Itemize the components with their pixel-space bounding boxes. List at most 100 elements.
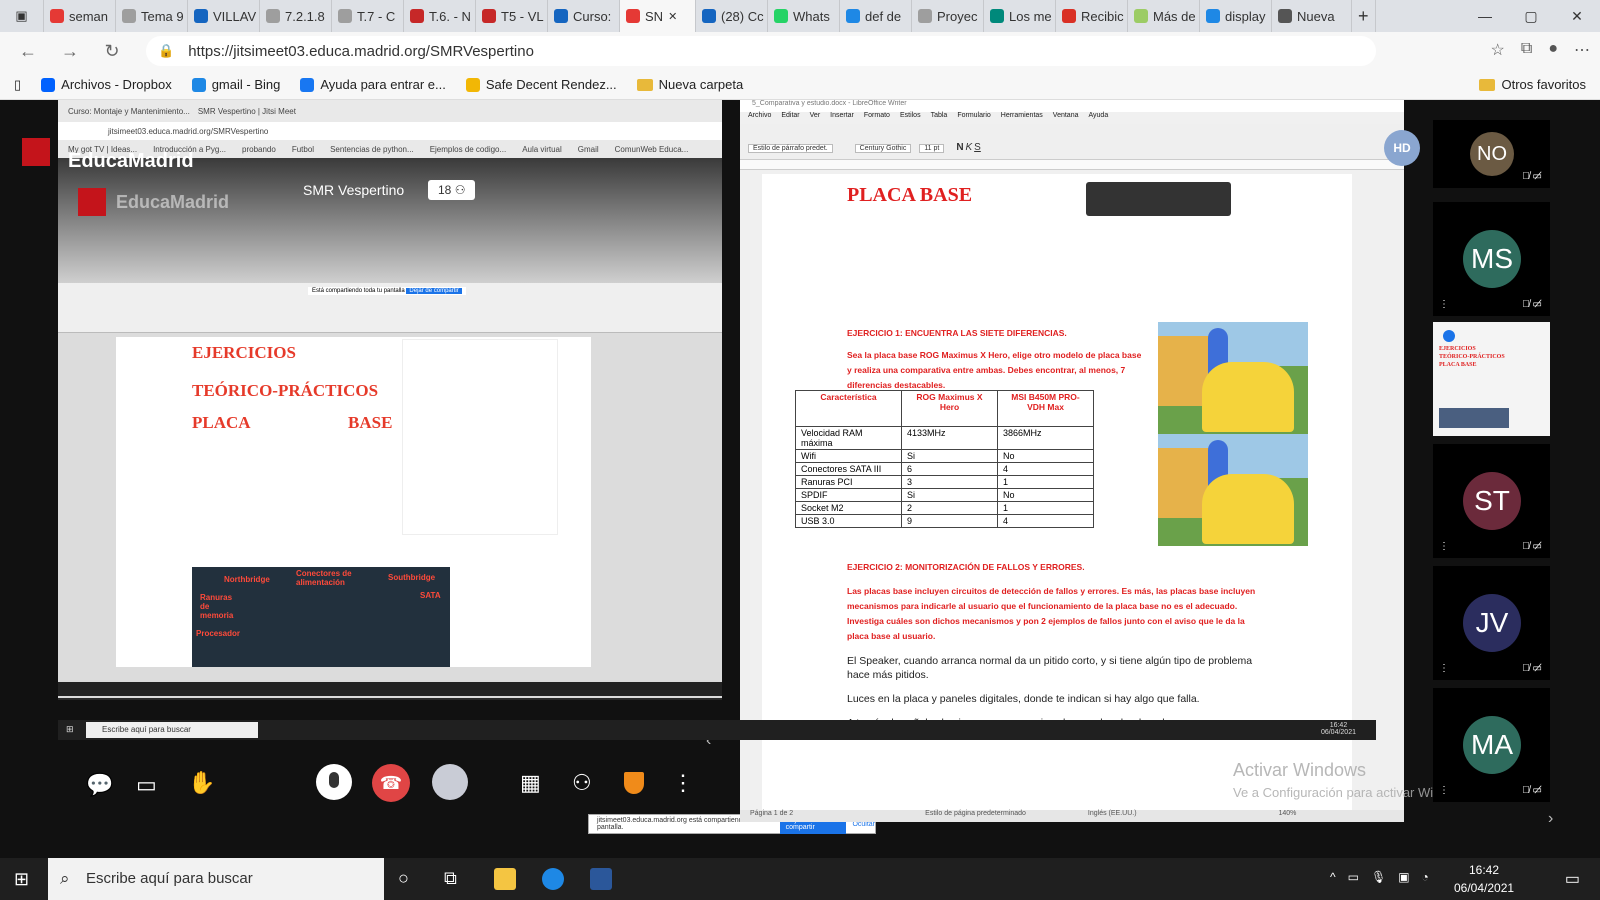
close-tab-icon[interactable]: ✕ (668, 10, 677, 23)
favorites-icon[interactable]: ☆ (1491, 40, 1505, 60)
participant-thumbnail[interactable]: MS 🎙̸ ▭̸ ⋮ (1433, 202, 1550, 316)
new-tab-icon[interactable]: + (1352, 0, 1376, 32)
camera-button[interactable] (432, 764, 468, 800)
screen-share-icon[interactable]: ▭ (136, 772, 157, 798)
font-size-box[interactable]: 11 pt (919, 144, 945, 153)
writer-menu-item[interactable]: Formulario (957, 112, 990, 124)
browser-tab[interactable]: SN ✕ (620, 0, 696, 32)
tab-label: 7.2.1.8 (285, 8, 325, 24)
chat-icon[interactable]: 💬 (86, 772, 113, 798)
lock-icon[interactable]: 🔒 (158, 43, 174, 59)
participant-count[interactable]: 18 ⚇ (428, 180, 476, 200)
raise-hand-icon[interactable]: ✋ (188, 770, 215, 796)
writer-menu-item[interactable]: Ayuda (1088, 112, 1108, 124)
font-box[interactable]: Century Gothic (854, 144, 912, 153)
browser-tab[interactable]: Nueva (1272, 0, 1352, 32)
table-cell: 2 (901, 501, 998, 515)
profile-icon[interactable]: ● (1548, 40, 1558, 60)
writer-menu-item[interactable]: Editar (781, 112, 799, 124)
other-favorites[interactable]: Otros favoritos (1479, 77, 1586, 92)
writer-menu-item[interactable]: Ventana (1053, 112, 1079, 124)
expand-chevron-icon[interactable]: › (1548, 810, 1553, 828)
bookmark-item[interactable]: Ayuda para entrar e... (300, 77, 446, 92)
system-tray-icons[interactable]: ^▭🎙▣◔ (1330, 870, 1441, 884)
writer-menu-item[interactable]: Ver (810, 112, 821, 124)
more-icon[interactable]: ⋯ (1574, 40, 1590, 60)
microphone-button[interactable] (316, 764, 352, 800)
close-window-icon[interactable]: ✕ (1554, 8, 1600, 25)
bookmark-item[interactable]: Safe Decent Rendez... (465, 77, 617, 92)
tab-actions-icon[interactable]: ▣ (0, 0, 44, 32)
browser-tab[interactable]: seman (44, 0, 116, 32)
italic-icon[interactable]: K (966, 142, 973, 153)
inner-taskbar (58, 682, 722, 696)
writer-menu-item[interactable]: Formato (864, 112, 890, 124)
notifications-icon[interactable]: ▭ (1565, 869, 1580, 889)
browser-tab[interactable]: def de (840, 0, 912, 32)
participant-menu-icon[interactable]: ⋮ (1439, 785, 1449, 796)
start-icon[interactable]: ⊞ (14, 869, 29, 890)
writer-menu-item[interactable]: Tabla (931, 112, 948, 124)
inner-stop-share-button[interactable]: Dejar de compartir (406, 288, 462, 294)
browser-tab[interactable]: Proyec (912, 0, 984, 32)
shared-taskbar: ⊞ Escribe aquí para buscar 16:42 06/04/2… (58, 720, 1376, 740)
task-view-icon[interactable]: ⧉ (444, 868, 457, 889)
cortana-icon[interactable]: ○ (398, 868, 409, 889)
bookmark-item[interactable]: gmail - Bing (191, 77, 280, 92)
browser-tab[interactable]: display (1200, 0, 1272, 32)
browser-tab[interactable]: Curso: (548, 0, 620, 32)
browser-tab[interactable]: Recibic (1056, 0, 1128, 32)
browser-tab[interactable]: Whats (768, 0, 840, 32)
participant-thumbnail[interactable]: JV 🎙̸ ▭̸ ⋮ (1433, 566, 1550, 680)
underline-icon[interactable]: S (974, 142, 981, 153)
browser-tab[interactable]: Los me (984, 0, 1056, 32)
collections-icon[interactable]: ⧉ (1521, 40, 1532, 60)
browser-tab[interactable]: T.6. - N (404, 0, 476, 32)
security-shield-icon[interactable] (624, 772, 644, 794)
bookmark-item[interactable]: Nueva carpeta (636, 77, 743, 92)
writer-menu-item[interactable]: Herramientas (1001, 112, 1043, 124)
browser-tab[interactable]: Tema 9 (116, 0, 188, 32)
browser-tab[interactable]: T5 - VL (476, 0, 548, 32)
participant-thumbnail[interactable]: MA 🎙̸ ▭̸ ⋮ (1433, 688, 1550, 802)
local-avatar[interactable]: HD (1384, 130, 1420, 166)
writer-menu-item[interactable]: Archivo (748, 112, 771, 124)
more-actions-icon[interactable]: ⋮ (672, 770, 694, 796)
file-explorer-icon[interactable] (494, 868, 516, 890)
bookmark-item[interactable]: Archivos - Dropbox (41, 77, 172, 92)
word-icon[interactable] (590, 868, 612, 890)
participant-thumbnail[interactable]: ST 🎙̸ ▭̸ ⋮ (1433, 444, 1550, 558)
reload-icon[interactable]: ↻ (96, 41, 128, 62)
screen-share-thumbnail[interactable]: EJERCICIOS TEÓRICO-PRÁCTICOS PLACA BASE (1433, 322, 1550, 436)
participant-thumbnail[interactable]: NO 🎙̸ ▭̸ (1433, 120, 1550, 188)
taskbar-clock[interactable]: 16:42 06/04/2021 (1454, 861, 1514, 897)
participant-menu-icon[interactable]: ⋮ (1439, 299, 1449, 310)
browser-tab[interactable]: VILLAV (188, 0, 260, 32)
tile-view-icon[interactable]: ▦ (520, 770, 541, 796)
hangup-button[interactable]: ☎ (372, 764, 410, 802)
shared-search: Escribe aquí para buscar (86, 722, 258, 738)
reading-list-icon[interactable]: ▯ (14, 77, 21, 93)
writer-menu-item[interactable]: Estilos (900, 112, 921, 124)
writer-menu-item[interactable]: Insertar (830, 112, 854, 124)
bookmarks-bar: ▯ Archivos - Dropbox gmail - Bing Ayuda pa… (0, 70, 1600, 100)
edge-icon[interactable] (542, 868, 564, 890)
browser-tab[interactable]: (28) Cc (696, 0, 768, 32)
invite-people-icon[interactable]: ⚇ (572, 770, 592, 796)
forward-icon[interactable]: → (54, 41, 86, 62)
url-field[interactable]: 🔒 https://jitsimeet03.educa.madrid.org/S… (146, 36, 1376, 66)
inner-tab-1: Curso: Montaje y Mantenimiento... (68, 106, 190, 116)
tab-favicon-icon (50, 9, 64, 23)
taskbar-search[interactable]: ⌕ Escribe aquí para buscar (48, 858, 384, 900)
maximize-icon[interactable]: ▢ (1508, 8, 1554, 25)
browser-tab[interactable]: T.7 - C (332, 0, 404, 32)
tab-favicon-icon (194, 9, 208, 23)
browser-tab[interactable]: 7.2.1.8 (260, 0, 332, 32)
participant-menu-icon[interactable]: ⋮ (1439, 541, 1449, 552)
bold-icon[interactable]: N (956, 142, 963, 153)
paragraph-style-box[interactable]: Estilo de párrafo predet. (748, 144, 833, 153)
back-icon[interactable]: ← (12, 41, 44, 62)
minimize-icon[interactable]: — (1462, 8, 1508, 25)
browser-tab[interactable]: Más de (1128, 0, 1200, 32)
participant-menu-icon[interactable]: ⋮ (1439, 663, 1449, 674)
